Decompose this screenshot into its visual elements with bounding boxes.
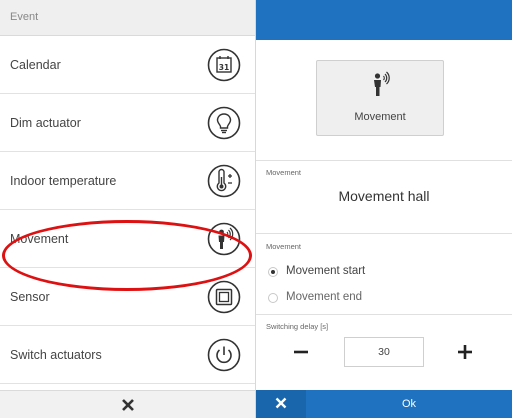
event-item-switch-actuators[interactable]: Switch actuators [0, 326, 255, 384]
thermometer-icon [207, 164, 241, 197]
ok-button[interactable]: Ok [306, 390, 512, 418]
delay-value-field[interactable]: 30 [344, 337, 424, 367]
cancel-button[interactable] [256, 390, 306, 418]
detail-footer: Ok [256, 390, 512, 418]
event-item-label: Movement [10, 231, 69, 246]
lightbulb-icon [207, 106, 241, 139]
movement-tile[interactable]: Movement [316, 60, 444, 136]
event-item-sensor[interactable]: Sensor [0, 268, 255, 326]
divider [256, 160, 512, 161]
divider [256, 314, 512, 315]
decrement-button[interactable] [286, 337, 316, 367]
sensor-icon [207, 280, 241, 313]
calendar-icon-day: 31 [219, 63, 229, 72]
event-item-label: Dim actuator [10, 115, 81, 130]
close-icon [275, 397, 287, 409]
calendar-icon: 31 [207, 48, 241, 81]
movement-icon [374, 71, 390, 96]
event-item-indoor-temperature[interactable]: Indoor temperature [0, 152, 255, 210]
event-item-label: Switch actuators [10, 347, 102, 362]
detail-panel: Movement Movement Movement hall Movement… [256, 0, 512, 418]
delay-caption: Switching delay [s] [266, 322, 329, 331]
event-item-label: Calendar [10, 57, 61, 72]
radio-label: Movement start [286, 265, 366, 277]
event-item-dim-actuator[interactable]: Dim actuator [0, 94, 255, 152]
mode-caption: Movement [266, 242, 302, 251]
event-item-calendar[interactable]: Calendar 31 [0, 36, 255, 94]
name-caption: Movement [266, 168, 302, 177]
power-icon [207, 338, 241, 371]
event-item-label: Sensor [10, 289, 50, 304]
radio-unselected-indicator [268, 293, 278, 303]
event-header: Event [0, 0, 255, 36]
increment-button[interactable] [450, 337, 480, 367]
event-item-label: Indoor temperature [10, 173, 117, 188]
device-name[interactable]: Movement hall [256, 188, 512, 204]
event-header-title: Event [10, 11, 39, 23]
divider [256, 233, 512, 234]
event-item-movement[interactable]: Movement [0, 210, 255, 268]
radio-selected-indicator [268, 267, 278, 277]
movement-tile-label: Movement [354, 111, 406, 123]
close-icon[interactable] [121, 398, 135, 412]
radio-label: Movement end [286, 291, 363, 303]
event-panel-footer [0, 390, 255, 418]
event-panel: Event Calendar 31 Dim actuator Indoor te… [0, 0, 256, 418]
movement-icon [207, 222, 241, 255]
detail-header-bar [256, 0, 512, 40]
